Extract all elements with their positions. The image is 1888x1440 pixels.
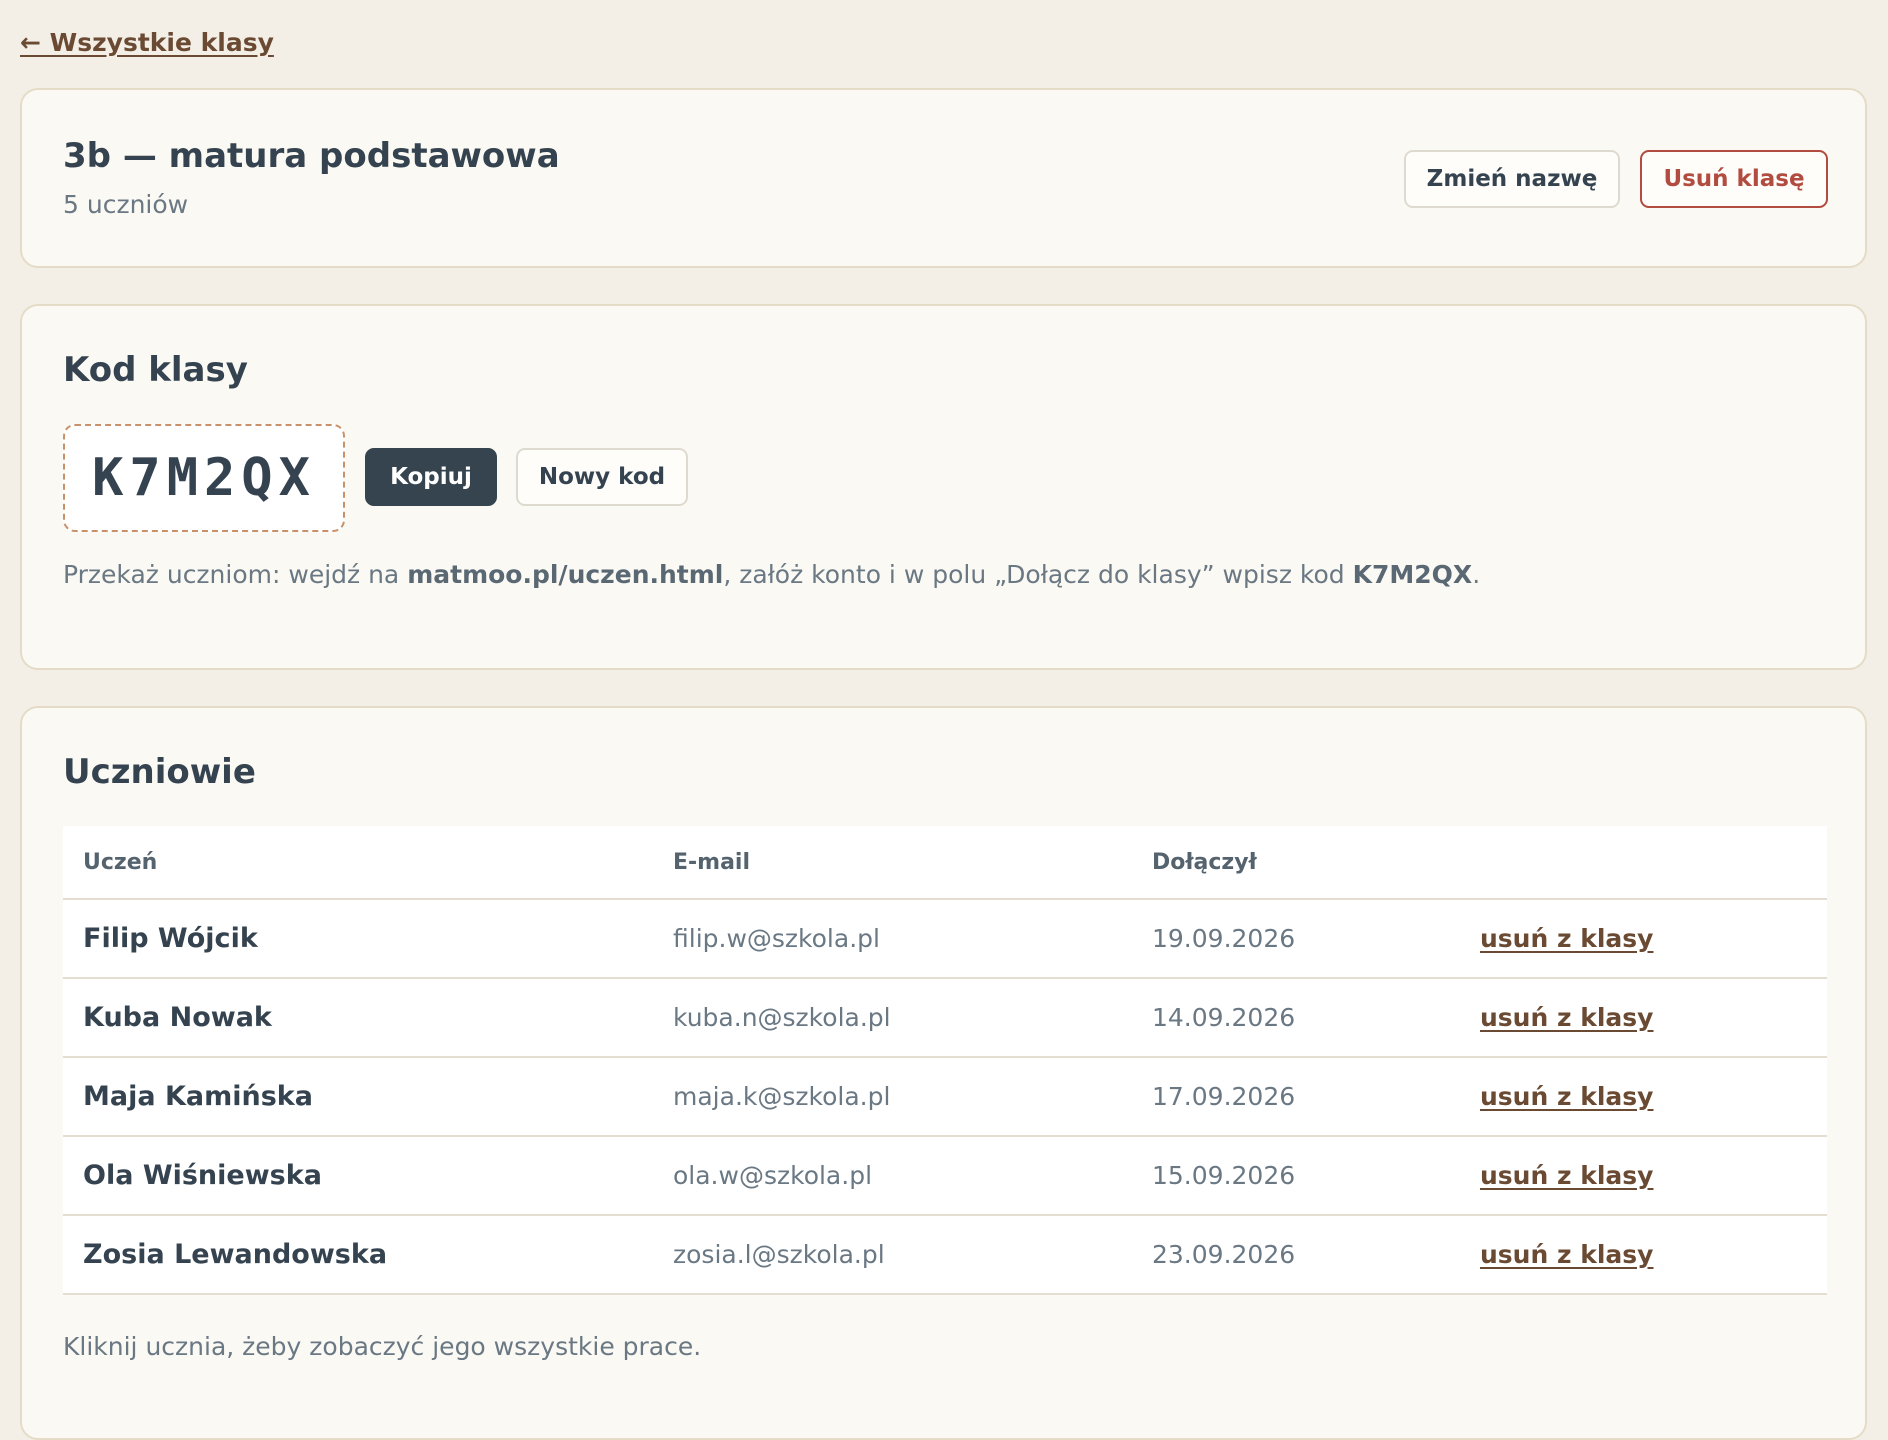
student-joined-date: 23.09.2026: [1152, 1240, 1296, 1269]
remove-from-class-link[interactable]: usuń z klasy: [1480, 1216, 1653, 1293]
table-header-row: Uczeń E-mail Dołączył: [63, 826, 1827, 900]
students-heading: Uczniowie: [63, 752, 256, 792]
student-email: filip.w@szkola.pl: [673, 924, 880, 953]
student-name[interactable]: Ola Wiśniewska: [83, 1137, 322, 1214]
student-email: kuba.n@szkola.pl: [673, 1003, 891, 1032]
class-title: 3b — matura podstawowa: [63, 136, 560, 176]
remove-from-class-link[interactable]: usuń z klasy: [1480, 900, 1653, 977]
student-joined-date: 14.09.2026: [1152, 1003, 1296, 1032]
table-row[interactable]: Kuba Nowak kuba.n@szkola.pl 14.09.2026 u…: [63, 979, 1827, 1058]
student-name[interactable]: Kuba Nowak: [83, 979, 272, 1056]
student-name[interactable]: Zosia Lewandowska: [83, 1216, 387, 1293]
column-header-email: E-mail: [673, 849, 751, 875]
student-joined-date: 19.09.2026: [1152, 924, 1296, 953]
student-count: 5 uczniów: [63, 190, 189, 219]
join-instructions: Przekaż uczniom: wejdź na matmoo.pl/ucze…: [63, 560, 1480, 589]
remove-from-class-link[interactable]: usuń z klasy: [1480, 1058, 1653, 1135]
back-to-all-classes-link[interactable]: ← Wszystkie klasy: [20, 28, 274, 57]
column-header-joined: Dołączył: [1152, 849, 1257, 875]
student-joined-date: 17.09.2026: [1152, 1082, 1296, 1111]
rename-class-button[interactable]: Zmień nazwę: [1404, 150, 1620, 208]
instructions-code: K7M2QX: [1352, 560, 1473, 589]
class-code-heading: Kod klasy: [63, 350, 248, 390]
class-code-card: Kod klasy K7M2QX Kopiuj Nowy kod Przekaż…: [20, 304, 1867, 670]
student-email: zosia.l@szkola.pl: [673, 1240, 885, 1269]
remove-from-class-link[interactable]: usuń z klasy: [1480, 979, 1653, 1056]
table-row[interactable]: Filip Wójcik filip.w@szkola.pl 19.09.202…: [63, 900, 1827, 979]
student-email: maja.k@szkola.pl: [673, 1082, 891, 1111]
student-name[interactable]: Maja Kamińska: [83, 1058, 313, 1135]
copy-code-button[interactable]: Kopiuj: [365, 448, 497, 506]
delete-class-button[interactable]: Usuń klasę: [1640, 150, 1828, 208]
student-email: ola.w@szkola.pl: [673, 1161, 873, 1190]
class-code-display: K7M2QX: [63, 424, 345, 532]
table-row[interactable]: Maja Kamińska maja.k@szkola.pl 17.09.202…: [63, 1058, 1827, 1137]
class-header-card: 3b — matura podstawowa 5 uczniów Zmień n…: [20, 88, 1867, 268]
students-table: Uczeń E-mail Dołączył Filip Wójcik filip…: [63, 826, 1827, 1295]
student-name[interactable]: Filip Wójcik: [83, 900, 258, 977]
column-header-student: Uczeń: [83, 849, 158, 875]
new-code-button[interactable]: Nowy kod: [516, 448, 688, 506]
instructions-suffix: .: [1472, 560, 1481, 589]
instructions-middle: , załóż konto i w polu „Dołącz do klasy”…: [723, 560, 1353, 589]
remove-from-class-link[interactable]: usuń z klasy: [1480, 1137, 1653, 1214]
student-joined-date: 15.09.2026: [1152, 1161, 1296, 1190]
table-row[interactable]: Ola Wiśniewska ola.w@szkola.pl 15.09.202…: [63, 1137, 1827, 1216]
instructions-prefix: Przekaż uczniom: wejdź na: [63, 560, 408, 589]
instructions-url: matmoo.pl/uczen.html: [407, 560, 724, 589]
students-card: Uczniowie Uczeń E-mail Dołączył Filip Wó…: [20, 706, 1867, 1440]
table-row[interactable]: Zosia Lewandowska zosia.l@szkola.pl 23.0…: [63, 1216, 1827, 1295]
students-hint: Kliknij ucznia, żeby zobaczyć jego wszys…: [63, 1332, 702, 1361]
